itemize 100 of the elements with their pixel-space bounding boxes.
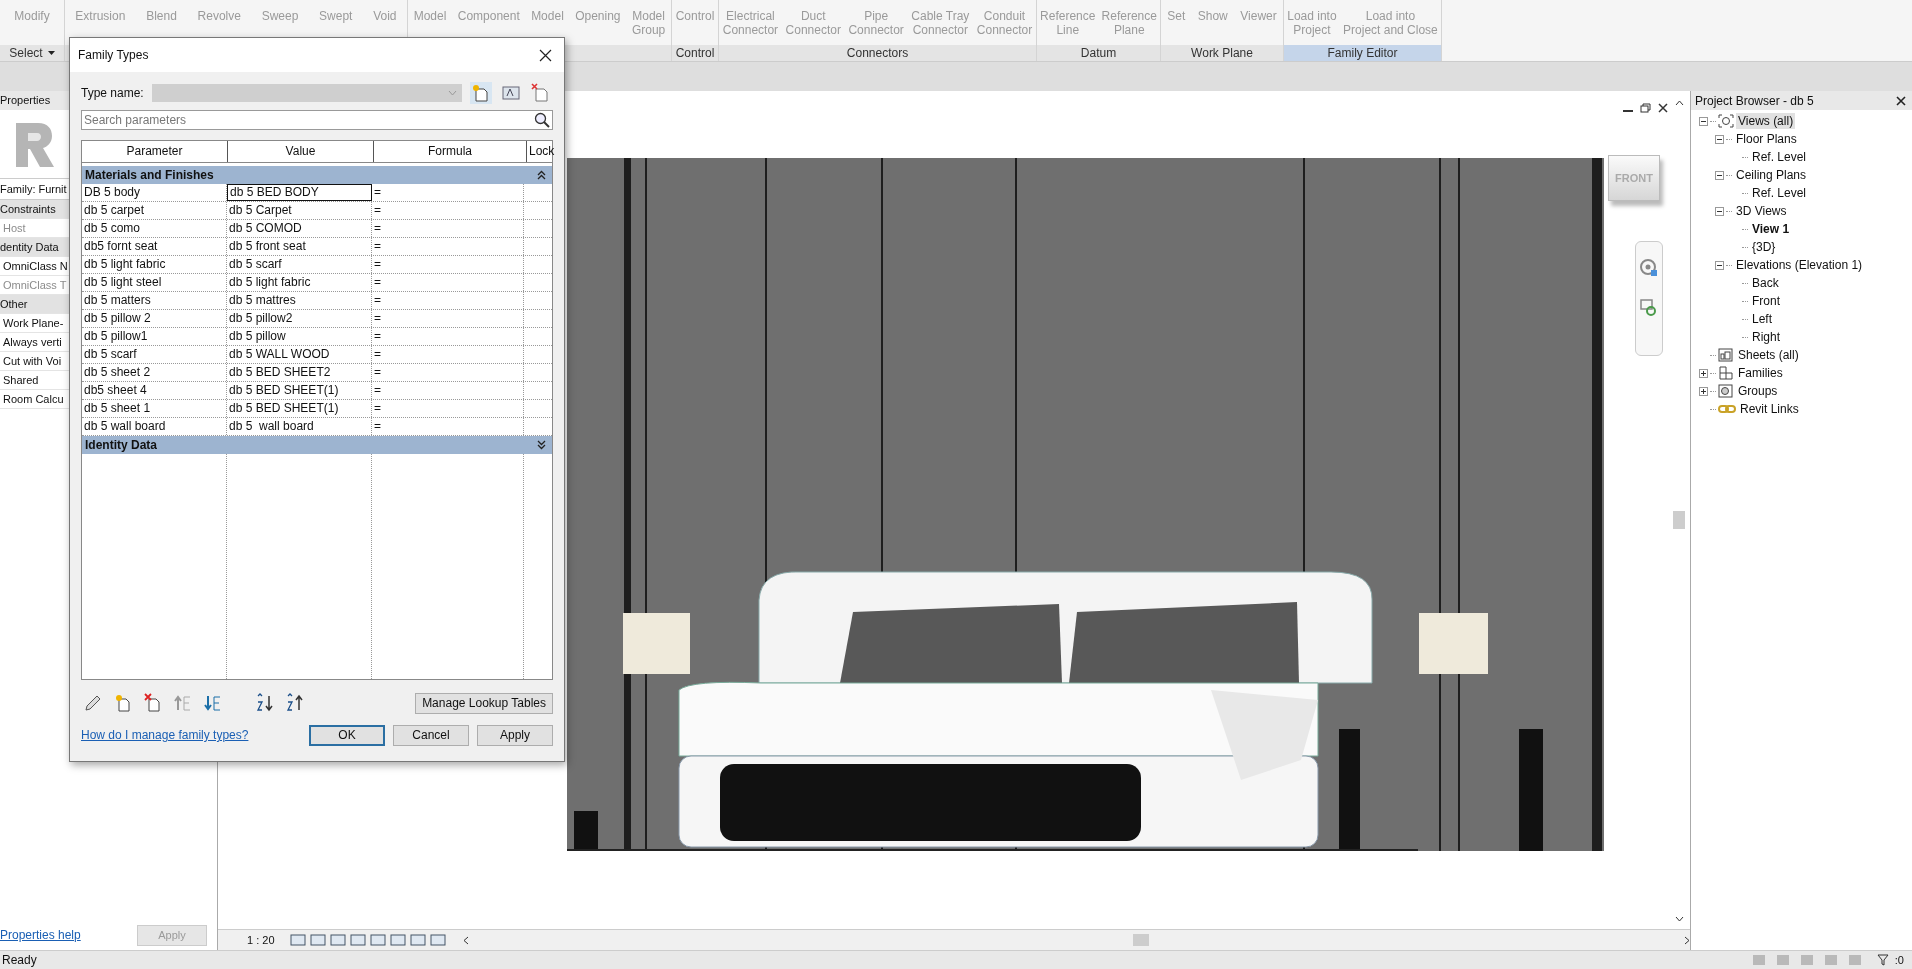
- close-icon[interactable]: [539, 48, 552, 62]
- family-icon: [1718, 366, 1734, 380]
- table-cell[interactable]: =: [372, 328, 524, 345]
- property-name: OmniClass T: [3, 279, 67, 291]
- scrollbar-thumb[interactable]: [1673, 511, 1685, 529]
- restore-icon[interactable]: [1640, 103, 1652, 113]
- table-cell[interactable]: db 5 COMOD: [227, 220, 372, 237]
- tree-item[interactable]: Ref. Level: [1750, 149, 1809, 165]
- chain-link-icon: [1718, 404, 1736, 414]
- tree-item[interactable]: Views (all): [1736, 113, 1796, 129]
- collapse-icon[interactable]: [1715, 134, 1724, 144]
- collapse-icon[interactable]: [1715, 260, 1724, 270]
- tree-item[interactable]: Sheets (all): [1736, 347, 1801, 363]
- table-cell[interactable]: db 5 BED SHEET(1): [227, 400, 372, 417]
- table-cell[interactable]: =: [372, 382, 524, 399]
- tree-item[interactable]: View 1: [1750, 221, 1792, 237]
- steering-wheel-icon[interactable]: [1639, 258, 1659, 278]
- tree-item[interactable]: Right: [1750, 329, 1782, 345]
- close-icon[interactable]: [1658, 103, 1668, 113]
- scroll-right-button[interactable]: [1684, 935, 1690, 945]
- filter-icon[interactable]: [1876, 954, 1889, 966]
- tree-item[interactable]: 3D Views: [1734, 203, 1789, 219]
- table-cell[interactable]: =: [372, 310, 524, 327]
- tree-item[interactable]: Ceiling Plans: [1734, 167, 1809, 183]
- panel-label: Control: [675, 46, 715, 60]
- tree-item[interactable]: Left: [1750, 311, 1774, 327]
- view-scale[interactable]: 1 : 20: [247, 934, 275, 946]
- tree-item[interactable]: Groups: [1736, 383, 1780, 399]
- tree-item[interactable]: {3D}: [1750, 239, 1778, 255]
- tree-item[interactable]: Front: [1750, 293, 1782, 309]
- table-cell[interactable]: db 5 BED BODY: [227, 184, 372, 201]
- table-cell[interactable]: db 5 pillow: [227, 328, 372, 345]
- pencil-icon[interactable]: [83, 693, 103, 713]
- column-header[interactable]: Lock: [527, 141, 555, 162]
- table-cell[interactable]: =: [372, 418, 524, 435]
- tree-item[interactable]: Revit Links: [1738, 401, 1801, 417]
- panel-label[interactable]: Select: [9, 46, 43, 60]
- collapse-icon[interactable]: [1699, 116, 1708, 126]
- help-link[interactable]: How do I manage family types?: [81, 728, 249, 742]
- table-cell[interactable]: db 5 pillow2: [227, 310, 372, 327]
- dialog-button[interactable]: OK: [309, 724, 385, 746]
- expand-icon[interactable]: [1699, 368, 1708, 378]
- scrollbar-thumb[interactable]: [1132, 934, 1149, 946]
- table-cell[interactable]: =: [372, 400, 524, 417]
- type-selector[interactable]: Family: Furnit: [0, 183, 67, 195]
- caret-icon[interactable]: [47, 51, 55, 55]
- table-cell[interactable]: =: [372, 220, 524, 237]
- manage-lookup-tables-button[interactable]: Manage Lookup Tables: [415, 692, 553, 714]
- collapse-icon[interactable]: [1715, 206, 1724, 216]
- tree-item[interactable]: Back: [1750, 275, 1781, 291]
- table-cell[interactable]: db 5 WALL WOOD: [227, 346, 372, 363]
- expand-icon[interactable]: [1699, 386, 1708, 396]
- table-cell: db 5 como: [82, 220, 227, 237]
- table-cell[interactable]: db 5 BED SHEET2: [227, 364, 372, 381]
- table-cell[interactable]: db 5 mattres: [227, 292, 372, 309]
- close-icon[interactable]: [1896, 95, 1906, 106]
- table-cell[interactable]: db 5 wall board: [227, 418, 372, 435]
- table-cell[interactable]: =: [372, 292, 524, 309]
- property-name: Shared: [3, 374, 39, 386]
- tree-item[interactable]: Floor Plans: [1734, 131, 1799, 147]
- table-cell[interactable]: =: [372, 184, 524, 201]
- table-cell: db 5 sheet 1: [82, 400, 227, 417]
- table-cell[interactable]: =: [372, 274, 524, 291]
- table-cell[interactable]: db 5 BED SHEET(1): [227, 382, 372, 399]
- delete-parameter-icon[interactable]: [143, 693, 163, 713]
- expand-icon[interactable]: [537, 440, 546, 450]
- group-header: Materials and Finishes: [85, 168, 214, 182]
- new-type-icon[interactable]: [469, 82, 492, 104]
- tree-item[interactable]: Elevations (Elevation 1): [1734, 257, 1865, 273]
- search-field[interactable]: Search parameters: [81, 110, 553, 130]
- collapse-icon[interactable]: [1715, 170, 1724, 180]
- dialog-button[interactable]: Apply: [477, 724, 553, 746]
- search-icon[interactable]: [534, 112, 550, 128]
- table-cell[interactable]: =: [372, 238, 524, 255]
- tree-item[interactable]: Ref. Level: [1750, 185, 1809, 201]
- tree-item[interactable]: Families: [1736, 365, 1785, 381]
- scroll-left-button[interactable]: [462, 935, 469, 945]
- table-cell[interactable]: =: [372, 202, 524, 219]
- table-cell[interactable]: db 5 Carpet: [227, 202, 372, 219]
- panel-label: Datum: [1080, 46, 1117, 60]
- table-cell[interactable]: =: [372, 364, 524, 381]
- table-cell: db5 fornt seat: [82, 238, 227, 255]
- property-name: Cut with Voi: [3, 355, 62, 367]
- dialog-button[interactable]: Cancel: [393, 724, 469, 746]
- help-link[interactable]: Properties help: [0, 928, 81, 942]
- new-parameter-icon[interactable]: [113, 693, 133, 713]
- zoom-icon[interactable]: [1639, 298, 1659, 318]
- column-header[interactable]: Parameter: [82, 141, 228, 162]
- sort-descending-icon[interactable]: [285, 693, 305, 713]
- sort-ascending-icon[interactable]: [255, 693, 275, 713]
- property-group: dentity Data: [0, 241, 59, 253]
- table-cell[interactable]: =: [372, 256, 524, 273]
- collapse-icon[interactable]: [537, 170, 546, 180]
- move-down-icon[interactable]: [203, 693, 223, 713]
- table-cell[interactable]: db 5 scarf: [227, 256, 372, 273]
- column-header[interactable]: Formula: [374, 141, 527, 162]
- table-cell[interactable]: db 5 light fabric: [227, 274, 372, 291]
- column-header[interactable]: Value: [228, 141, 374, 162]
- table-cell[interactable]: db 5 front seat: [227, 238, 372, 255]
- table-cell[interactable]: =: [372, 346, 524, 363]
